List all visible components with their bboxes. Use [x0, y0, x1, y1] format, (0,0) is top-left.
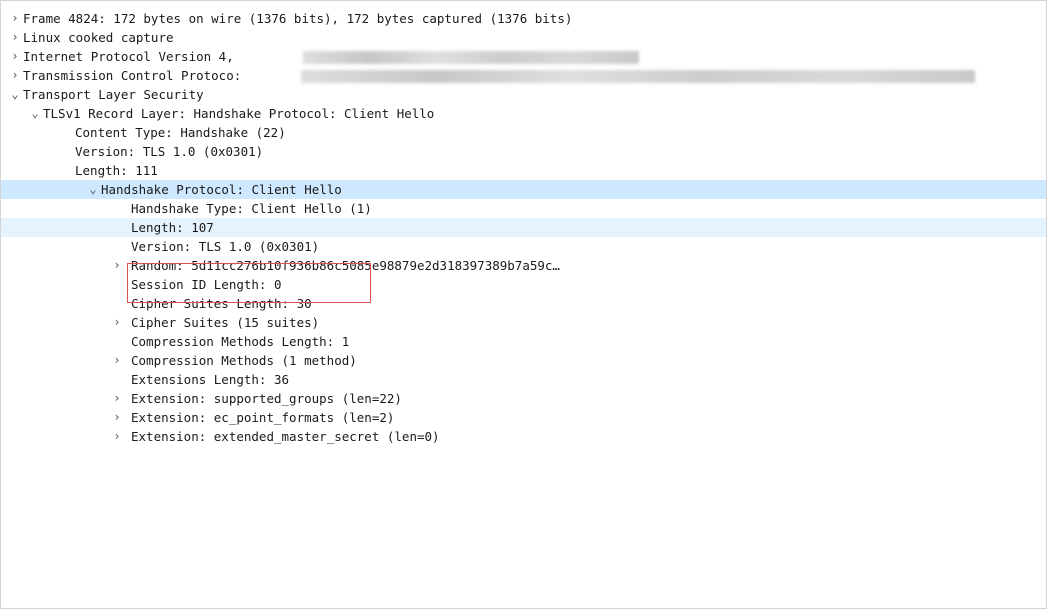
tree-row-label: Handshake Type: Client Hello (1)	[131, 201, 372, 216]
tree-row-cipher-suites[interactable]: › Cipher Suites (15 suites)	[1, 313, 1046, 332]
tree-row-label: Length: 107	[131, 220, 214, 235]
chevron-right-icon[interactable]: ›	[9, 9, 21, 28]
tree-row-ipv4[interactable]: › Internet Protocol Version 4,	[1, 47, 1046, 66]
tree-row-tls-record-layer[interactable]: ⌄ TLSv1 Record Layer: Handshake Protocol…	[1, 104, 1046, 123]
packet-details-pane: › Frame 4824: 172 bytes on wire (1376 bi…	[0, 0, 1047, 609]
chevron-down-icon[interactable]: ⌄	[87, 180, 99, 199]
tree-row-label: Linux cooked capture	[23, 30, 174, 45]
tree-row-label: Version: TLS 1.0 (0x0301)	[131, 239, 320, 254]
chevron-right-icon[interactable]: ›	[111, 427, 123, 446]
tree-row-label: Compression Methods Length: 1	[131, 334, 350, 349]
tree-row-label: Compression Methods (1 method)	[131, 353, 357, 368]
tree-row-label: Handshake Protocol: Client Hello	[101, 182, 342, 197]
tree-row-label: Internet Protocol Version 4,	[23, 49, 234, 64]
redacted-block	[303, 51, 639, 64]
tree-row-handshake-version[interactable]: Version: TLS 1.0 (0x0301)	[1, 237, 1046, 256]
tree-row-label: Transport Layer Security	[23, 87, 204, 102]
tree-row-tls[interactable]: ⌄ Transport Layer Security	[1, 85, 1046, 104]
tree-row-extension-extended-master-secret[interactable]: › Extension: extended_master_secret (len…	[1, 427, 1046, 446]
chevron-right-icon[interactable]: ›	[9, 28, 21, 47]
tree-row-record-version[interactable]: Version: TLS 1.0 (0x0301)	[1, 142, 1046, 161]
tree-row-label: Random: 5d11cc276b10f936b86c5085e98879e2…	[131, 258, 560, 273]
tree-row-label: Length: 111	[75, 163, 158, 178]
tree-row-label: Content Type: Handshake (22)	[75, 125, 286, 140]
tree-row-extension-ec-point-formats[interactable]: › Extension: ec_point_formats (len=2)	[1, 408, 1046, 427]
tree-row-handshake-type[interactable]: Handshake Type: Client Hello (1)	[1, 199, 1046, 218]
chevron-right-icon[interactable]: ›	[111, 408, 123, 427]
tree-row-content-type[interactable]: Content Type: Handshake (22)	[1, 123, 1046, 142]
chevron-down-icon[interactable]: ⌄	[9, 85, 21, 104]
tree-row-label: TLSv1 Record Layer: Handshake Protocol: …	[43, 106, 435, 121]
tree-row-compression-methods[interactable]: › Compression Methods (1 method)	[1, 351, 1046, 370]
tree-row-cipher-suites-length[interactable]: Cipher Suites Length: 30	[1, 294, 1046, 313]
tree-row-handshake-length[interactable]: Length: 107	[1, 218, 1046, 237]
tree-row-label: Extension: extended_master_secret (len=0…	[131, 429, 440, 444]
tree-row-label: Extension: ec_point_formats (len=2)	[131, 410, 395, 425]
tree-row-handshake-protocol[interactable]: ⌄ Handshake Protocol: Client Hello	[1, 180, 1046, 199]
tree-row-label: Extension: supported_groups (len=22)	[131, 391, 402, 406]
tree-row-label: Cipher Suites Length: 30	[131, 296, 312, 311]
tree-row-label: Frame 4824: 172 bytes on wire (1376 bits…	[23, 11, 573, 26]
tree-row-extensions-length[interactable]: Extensions Length: 36	[1, 370, 1046, 389]
tree-row-extension-supported-groups[interactable]: › Extension: supported_groups (len=22)	[1, 389, 1046, 408]
chevron-right-icon[interactable]: ›	[9, 66, 21, 85]
tree-row-label: Transmission Control Protoco:	[23, 68, 242, 83]
chevron-right-icon[interactable]: ›	[111, 256, 123, 275]
tree-row-session-id-length[interactable]: Session ID Length: 0	[1, 275, 1046, 294]
tree-row-compression-methods-length[interactable]: Compression Methods Length: 1	[1, 332, 1046, 351]
tree-row-frame[interactable]: › Frame 4824: 172 bytes on wire (1376 bi…	[1, 9, 1046, 28]
redacted-block	[301, 70, 975, 83]
tree-row-label: Cipher Suites (15 suites)	[131, 315, 320, 330]
chevron-right-icon[interactable]: ›	[9, 47, 21, 66]
tree-row-random[interactable]: › Random: 5d11cc276b10f936b86c5085e98879…	[1, 256, 1046, 275]
chevron-right-icon[interactable]: ›	[111, 313, 123, 332]
tree-row-tcp[interactable]: › Transmission Control Protoco:	[1, 66, 1046, 85]
tree-row-record-length[interactable]: Length: 111	[1, 161, 1046, 180]
chevron-down-icon[interactable]: ⌄	[29, 104, 41, 123]
tree-row-label: Extensions Length: 36	[131, 372, 290, 387]
tree-row-label: Version: TLS 1.0 (0x0301)	[75, 144, 264, 159]
packet-details-tree: › Frame 4824: 172 bytes on wire (1376 bi…	[1, 9, 1046, 446]
chevron-right-icon[interactable]: ›	[111, 389, 123, 408]
chevron-right-icon[interactable]: ›	[111, 351, 123, 370]
tree-row-linux-cooked-capture[interactable]: › Linux cooked capture	[1, 28, 1046, 47]
tree-row-label: Session ID Length: 0	[131, 277, 282, 292]
